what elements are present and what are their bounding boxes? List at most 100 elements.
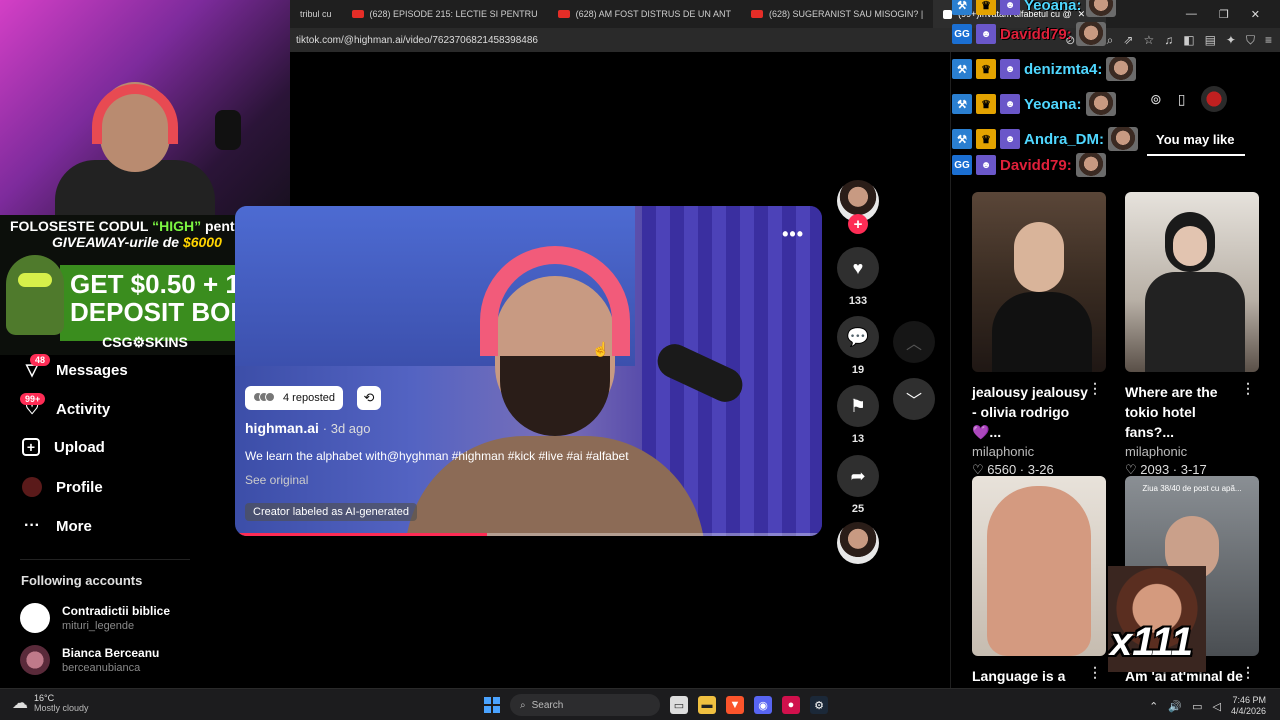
- repost-icon[interactable]: ⟲: [357, 386, 381, 410]
- browser-tab[interactable]: (628) EPISODE 215: LECTIE SI PENTRU: [342, 0, 548, 28]
- shield-icon[interactable]: ⛉: [1246, 33, 1255, 48]
- crown-icon: ♛: [976, 129, 996, 149]
- clock[interactable]: 7:46 PM 4/4/2026: [1231, 695, 1266, 717]
- chevron-down-icon: ﹀: [905, 393, 922, 410]
- emote-image: [1108, 127, 1139, 151]
- account-handle: berceanubianca: [62, 662, 141, 674]
- card-more-icon[interactable]: ⋮: [1241, 664, 1255, 681]
- nav-messages[interactable]: ▽ 48 Messages: [22, 354, 128, 380]
- thumbnail-caption: Ziua 38/40 de post cu apă...: [1142, 484, 1242, 493]
- bookmark-icon: ⚑: [849, 395, 867, 416]
- menu-icon[interactable]: ≡: [1265, 33, 1272, 48]
- weather-temp: 16°C: [34, 693, 55, 703]
- see-original-link[interactable]: See original: [245, 473, 308, 487]
- card-title: Where are the tokio hotel fans?...: [1125, 384, 1218, 440]
- emote-image: [1085, 0, 1116, 17]
- chat-message: ⚒ ♛ ☻ Yeoana:: [952, 91, 1116, 117]
- card-more-icon[interactable]: ⋮: [1088, 380, 1102, 397]
- following-account[interactable]: Contradictii biblice mituri_legende: [20, 603, 170, 633]
- file-explorer-icon[interactable]: ▬: [698, 696, 716, 714]
- emote-image: [1075, 22, 1106, 46]
- recommended-card[interactable]: jealousy jealousy - olivia rodrigo 💜... …: [972, 192, 1106, 478]
- video-time: · 3d ago: [322, 421, 371, 436]
- previous-video-button[interactable]: ︿: [893, 321, 935, 363]
- browser-tab[interactable]: (628) SUGERANIST SAU MISOGIN? |: [741, 0, 933, 28]
- browser-tab[interactable]: tribul cu: [290, 0, 342, 28]
- nav-upload[interactable]: + Upload: [22, 438, 105, 456]
- moderator-icon: ⚒: [952, 94, 972, 114]
- taskbar-search[interactable]: ⌕ Search: [510, 694, 660, 716]
- following-account[interactable]: Bianca Berceanu berceanubianca: [20, 645, 159, 675]
- youtube-icon: [351, 10, 364, 18]
- divider: [20, 559, 190, 560]
- recommended-card[interactable]: Language is a ⋮: [972, 476, 1106, 686]
- emote-image: [1075, 153, 1106, 177]
- profile-avatar: [22, 477, 42, 497]
- upload-icon: +: [22, 438, 40, 456]
- reposted-count: 4 reposted: [283, 392, 335, 404]
- account-name: Bianca Berceanu: [62, 646, 160, 660]
- more-options-icon[interactable]: •••: [782, 224, 804, 245]
- card-more-icon[interactable]: ⋮: [1241, 380, 1255, 397]
- sparkle-icon[interactable]: ✦: [1226, 33, 1236, 48]
- comment-button[interactable]: 💬: [837, 316, 879, 358]
- webcam-overlay: [0, 0, 290, 215]
- reposted-chip[interactable]: 4 reposted: [245, 386, 343, 410]
- taskbar: ☁ 16°C Mostly cloudy ⌕ Search ▭ ▬ ▼ ◉ ● ⚙ …: [0, 688, 1280, 720]
- brave-icon[interactable]: ▼: [726, 696, 744, 714]
- nav-more[interactable]: ··· More: [22, 516, 92, 536]
- app-icon[interactable]: ●: [782, 696, 800, 714]
- video-author[interactable]: highman.ai · 3d ago: [245, 420, 371, 436]
- card-thumbnail: [972, 476, 1106, 656]
- nav-label: More: [56, 517, 92, 535]
- like-count: 133: [848, 295, 868, 307]
- steam-icon[interactable]: ⚙: [810, 696, 828, 714]
- url-text[interactable]: tiktok.com/@highman.ai/video/76237068214…: [296, 35, 538, 46]
- share-button[interactable]: ➦: [837, 455, 879, 497]
- tiktok-icon: [943, 9, 953, 19]
- ai-generated-label: Creator labeled as AI-generated: [245, 503, 417, 521]
- browser-tab[interactable]: (628) AM FOST DISTRUS DE UN ANT: [548, 0, 741, 28]
- card-more-icon[interactable]: ⋮: [1088, 664, 1102, 681]
- nav-activity[interactable]: ♡ 99+ Activity: [20, 393, 110, 419]
- card-thumbnail: [1125, 192, 1259, 372]
- sound-avatar[interactable]: [837, 522, 879, 564]
- inbox-icon: ▽ 48: [22, 354, 51, 380]
- discord-icon[interactable]: ◉: [754, 696, 772, 714]
- weather-widget[interactable]: ☁ 16°C Mostly cloudy: [12, 693, 89, 713]
- recommended-card[interactable]: Where are the tokio hotel fans?... ⋮ mil…: [1125, 192, 1259, 478]
- account-avatar: [20, 645, 50, 675]
- nav-profile[interactable]: Profile: [22, 477, 103, 497]
- mask-icon: ☻: [1000, 0, 1020, 15]
- monitor-icon[interactable]: ▭: [1192, 700, 1202, 713]
- tab-title: (628) AM FOST DISTRUS DE UN ANT: [575, 9, 731, 19]
- moderator-icon: ⚒: [952, 129, 972, 149]
- maximize-icon[interactable]: ❐: [1219, 8, 1229, 21]
- video-player[interactable]: ••• 4 reposted ⟲ highman.ai · 3d ago We …: [235, 206, 822, 536]
- volume-icon[interactable]: ◁: [1212, 700, 1220, 713]
- card-title: Language is a: [972, 668, 1066, 684]
- activity-badge: 99+: [20, 393, 46, 405]
- video-description: We learn the alphabet with@hyghman #high…: [245, 449, 629, 463]
- follow-plus-icon[interactable]: +: [848, 214, 868, 234]
- wallet-icon[interactable]: ▤: [1205, 33, 1216, 48]
- mask-icon: ☻: [1000, 94, 1020, 114]
- weather-desc: Mostly cloudy: [34, 703, 89, 713]
- chevron-up-icon[interactable]: ⌃: [1149, 700, 1158, 713]
- task-view-icon[interactable]: ▭: [670, 696, 688, 714]
- speaker-icon[interactable]: 🔊: [1168, 700, 1182, 713]
- chevron-up-icon: ︿: [905, 336, 922, 353]
- close-window-icon[interactable]: ✕: [1251, 8, 1260, 21]
- screen: tribul cu (628) EPISODE 215: LECTIE SI P…: [0, 0, 1280, 720]
- record-icon[interactable]: [1201, 86, 1228, 112]
- chat-message: ⚒ ♛ ☻ denizmta4:: [952, 56, 1137, 82]
- heart-icon: ♥: [852, 257, 864, 278]
- next-video-button[interactable]: ﹀: [893, 378, 935, 420]
- video-progress-bar[interactable]: [235, 533, 822, 536]
- windows-start-icon[interactable]: [484, 697, 500, 713]
- comment-count: 19: [851, 364, 865, 376]
- like-button[interactable]: ♥: [837, 247, 879, 289]
- sponsor-line2: GIVEAWAY-urile de $6000: [52, 234, 222, 250]
- mask-icon: ☻: [1000, 59, 1020, 79]
- save-button[interactable]: ⚑: [837, 385, 879, 427]
